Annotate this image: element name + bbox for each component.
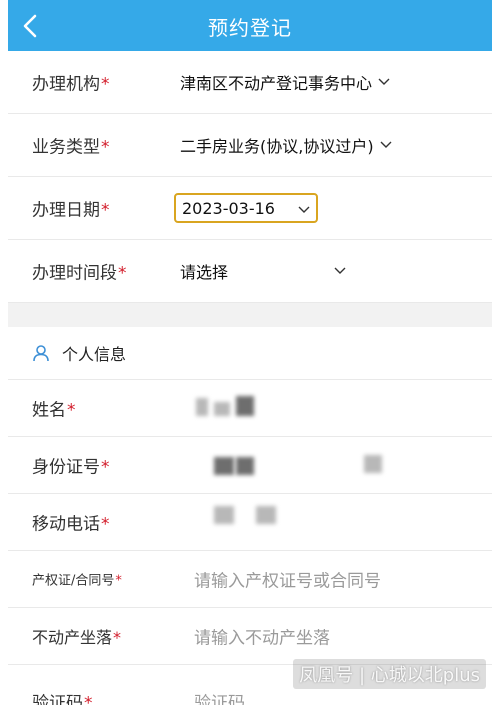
location-row: 不动产坐落* 请输入不动产坐落 xyxy=(8,608,492,665)
watermark: 凤凰号 | 心城以北plus xyxy=(293,659,486,689)
location-input[interactable]: 请输入不动产坐落 xyxy=(194,624,330,649)
cert-number-placeholder: 请输入产权证号或合同号 xyxy=(194,567,381,592)
id-number-field[interactable] xyxy=(208,449,398,481)
redacted-text xyxy=(236,396,254,416)
personal-info-header: 个人信息 xyxy=(8,327,492,380)
id-number-row: 身份证号* xyxy=(8,437,492,494)
chevron-down-icon xyxy=(380,141,392,149)
time-slot-value: 请选择 xyxy=(180,259,328,283)
required-mark: * xyxy=(113,628,121,647)
person-icon xyxy=(32,344,50,366)
required-mark: * xyxy=(101,515,110,535)
required-mark: * xyxy=(101,458,110,478)
redacted-text xyxy=(364,455,382,473)
required-mark: * xyxy=(118,264,127,284)
institution-value: 津南区不动产登记事务中心 xyxy=(180,70,372,94)
chevron-down-icon xyxy=(298,199,310,218)
header-bar: 预约登记 xyxy=(8,0,492,51)
chevron-down-icon xyxy=(334,267,346,275)
section-title: 个人信息 xyxy=(62,341,126,365)
business-type-label: 业务类型 xyxy=(32,138,100,158)
institution-select[interactable]: 津南区不动产登记事务中心 xyxy=(180,70,390,94)
required-mark: * xyxy=(101,201,110,221)
cert-number-row: 产权证/合同号* 请输入产权证号或合同号 xyxy=(8,551,492,608)
name-row: 姓名* xyxy=(8,380,492,437)
time-slot-select[interactable]: 请选择 xyxy=(180,259,346,283)
date-label: 办理日期 xyxy=(32,201,100,221)
required-mark: * xyxy=(101,138,110,158)
captcha-label: 验证码 xyxy=(32,694,83,705)
business-type-select[interactable]: 二手房业务(协议,协议过户) xyxy=(180,133,392,157)
id-number-label: 身份证号 xyxy=(32,458,100,478)
time-slot-label: 办理时间段 xyxy=(32,264,117,284)
date-row: 办理日期* 2023-03-16 xyxy=(8,177,492,240)
redacted-text xyxy=(256,506,276,524)
chevron-down-icon xyxy=(378,78,390,86)
phone-label: 移动电话 xyxy=(32,515,100,535)
section-divider xyxy=(8,303,492,327)
time-slot-row: 办理时间段* 请选择 xyxy=(8,240,492,303)
required-mark: * xyxy=(84,694,93,705)
page-title: 预约登记 xyxy=(8,12,492,41)
business-type-value: 二手房业务(协议,协议过户) xyxy=(180,133,374,157)
form-container: 办理机构* 津南区不动产登记事务中心 业务类型* 二手房业务(协议,协议过户) … xyxy=(8,51,492,705)
location-label: 不动产坐落 xyxy=(32,628,112,647)
cert-number-label: 产权证/合同号 xyxy=(32,574,114,589)
cert-number-input[interactable]: 请输入产权证号或合同号 xyxy=(194,567,381,592)
phone-row: 移动电话* xyxy=(8,494,492,551)
redacted-text xyxy=(236,457,254,475)
location-placeholder: 请输入不动产坐落 xyxy=(194,624,330,649)
institution-row: 办理机构* 津南区不动产登记事务中心 xyxy=(8,51,492,114)
date-value: 2023-03-16 xyxy=(182,199,275,218)
required-mark: * xyxy=(101,75,110,95)
business-type-row: 业务类型* 二手房业务(协议,协议过户) xyxy=(8,114,492,177)
redacted-text xyxy=(214,457,234,475)
date-select[interactable]: 2023-03-16 xyxy=(174,193,318,223)
required-mark: * xyxy=(115,574,122,589)
name-label: 姓名 xyxy=(32,401,66,421)
redacted-text xyxy=(214,402,230,416)
name-field[interactable] xyxy=(188,390,278,424)
institution-label: 办理机构 xyxy=(32,75,100,95)
redacted-text xyxy=(196,398,208,416)
redacted-text xyxy=(214,506,234,524)
required-mark: * xyxy=(67,401,76,421)
phone-field[interactable] xyxy=(208,500,308,532)
